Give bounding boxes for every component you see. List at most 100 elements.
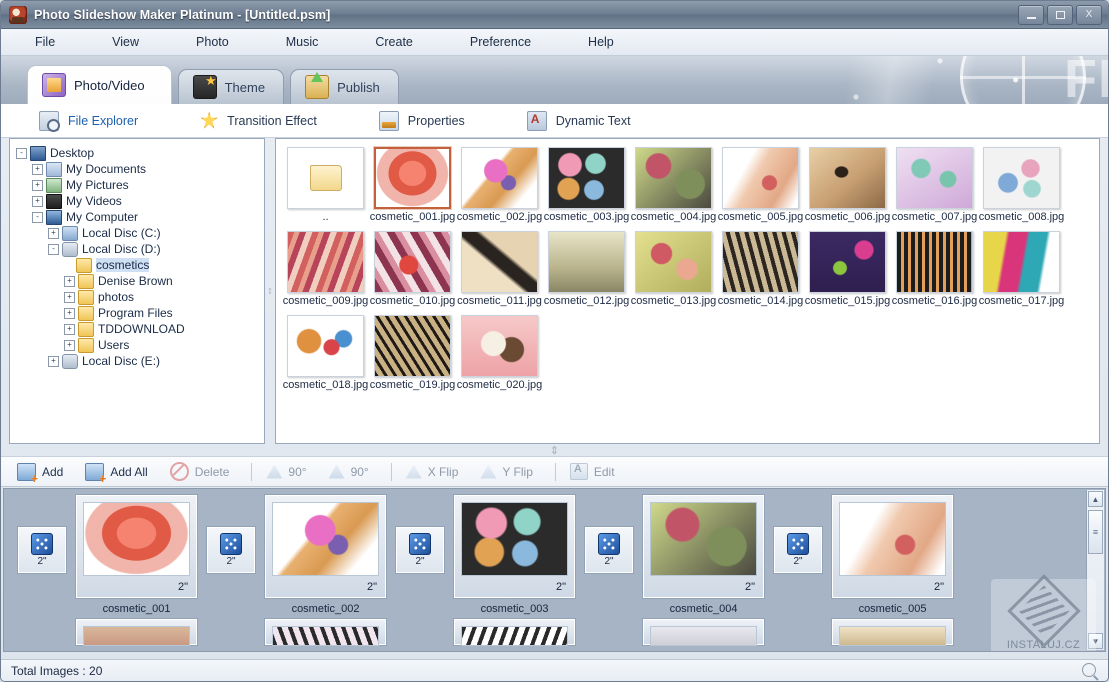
image-thumbnail[interactable] [461,315,538,377]
tree-item-tddownload[interactable]: +TDDOWNLOAD [16,321,264,337]
expand-toggle-icon[interactable]: + [48,356,59,367]
slide-frame[interactable]: 2" [454,495,575,598]
slide-frame-partial[interactable] [76,619,197,645]
storyboard-slide[interactable]: 2"cosmetic_003 [448,495,581,615]
tab-theme[interactable]: Theme [178,69,284,104]
collapse-toggle-icon[interactable]: - [48,244,59,255]
image-thumbnail[interactable] [896,231,973,293]
tree-item-my-pictures[interactable]: +My Pictures [16,177,264,193]
subtab-properties[interactable]: Properties [379,111,465,131]
transition-slot[interactable]: 2" [770,527,826,573]
thumbnail-item[interactable]: cosmetic_016.jpg [891,231,978,307]
transition-slot[interactable]: 2" [14,527,70,573]
tree-item-local-disc-c[interactable]: +Local Disc (C:) [16,225,264,241]
thumbnail-item[interactable]: cosmetic_002.jpg [456,147,543,223]
tree-item-my-documents[interactable]: +My Documents [16,161,264,177]
transition-slot[interactable]: 2" [581,527,637,573]
image-thumbnail[interactable] [896,147,973,209]
storyboard-scrollbar[interactable]: ▲ ≡ ▼ [1086,490,1104,650]
storyboard-slide[interactable]: 2"cosmetic_004 [637,495,770,615]
slide-frame-partial[interactable] [454,619,575,645]
rotate-right-button[interactable]: 90° [329,465,369,479]
delete-button[interactable]: Delete [170,462,230,481]
thumbnail-item[interactable]: cosmetic_004.jpg [630,147,717,223]
thumbnail-item[interactable]: cosmetic_003.jpg [543,147,630,223]
image-thumbnail[interactable] [983,231,1060,293]
thumbnail-item[interactable]: cosmetic_001.jpg [369,147,456,223]
add-all-button[interactable]: Add All [85,463,147,481]
slide-frame-partial[interactable] [832,619,953,645]
expand-toggle-icon[interactable]: + [32,196,43,207]
image-thumbnail[interactable] [374,147,451,209]
tree-item-users[interactable]: +Users [16,337,264,353]
storyboard-slide-partial[interactable] [448,619,581,645]
tree-item-cosmetics[interactable]: cosmetics [16,257,264,273]
image-thumbnail[interactable] [548,231,625,293]
menu-file[interactable]: File [25,32,65,52]
expand-toggle-icon[interactable]: + [32,164,43,175]
tree-item-photos[interactable]: +photos [16,289,264,305]
thumbnail-item[interactable]: cosmetic_006.jpg [804,147,891,223]
thumbnail-item[interactable]: cosmetic_008.jpg [978,147,1065,223]
expand-toggle-icon[interactable]: + [64,276,75,287]
thumbnail-item[interactable]: cosmetic_011.jpg [456,231,543,307]
thumbnail-item[interactable]: cosmetic_005.jpg [717,147,804,223]
thumbnail-item[interactable]: .. [282,147,369,223]
tab-publish[interactable]: Publish [290,69,399,104]
thumbnail-item[interactable]: cosmetic_010.jpg [369,231,456,307]
thumbnail-item[interactable]: cosmetic_015.jpg [804,231,891,307]
subtab-transition-effect[interactable]: Transition Effect [200,112,317,130]
tree-item-local-disc-d[interactable]: -Local Disc (D:) [16,241,264,257]
edit-button[interactable]: Edit [570,463,615,480]
thumbnail-item[interactable]: cosmetic_019.jpg [369,315,456,391]
slide-frame-partial[interactable] [643,619,764,645]
subtab-dynamic-text[interactable]: Dynamic Text [527,111,631,131]
slide-frame[interactable]: 2" [265,495,386,598]
thumbnail-panel[interactable]: ..cosmetic_001.jpgcosmetic_002.jpgcosmet… [275,138,1100,444]
zoom-icon[interactable] [1082,663,1096,677]
image-thumbnail[interactable] [461,231,538,293]
x-flip-button[interactable]: X Flip [406,465,459,479]
transition-button[interactable]: 2" [774,527,822,573]
rotate-left-button[interactable]: 90° [266,465,306,479]
parent-folder-thumbnail[interactable] [287,147,364,209]
vertical-splitter[interactable]: ⇔ [265,138,275,444]
tree-item-my-computer[interactable]: -My Computer [16,209,264,225]
tree-item-my-videos[interactable]: +My Videos [16,193,264,209]
thumbnail-item[interactable]: cosmetic_007.jpg [891,147,978,223]
expand-toggle-icon[interactable]: + [48,228,59,239]
thumbnail-item[interactable]: cosmetic_014.jpg [717,231,804,307]
image-thumbnail[interactable] [635,147,712,209]
image-thumbnail[interactable] [722,231,799,293]
expand-toggle-icon[interactable]: + [32,180,43,191]
transition-slot[interactable]: 2" [203,527,259,573]
scroll-down-arrow[interactable]: ▼ [1088,633,1103,649]
transition-button[interactable]: 2" [207,527,255,573]
image-thumbnail[interactable] [722,147,799,209]
storyboard-slide-partial[interactable] [259,619,392,645]
thumbnail-item[interactable]: cosmetic_018.jpg [282,315,369,391]
menu-photo[interactable]: Photo [186,32,239,52]
add-button[interactable]: Add [17,463,63,481]
menu-create[interactable]: Create [365,32,423,52]
scrollbar-thumb[interactable]: ≡ [1088,510,1103,554]
slide-frame-partial[interactable] [265,619,386,645]
scroll-up-arrow[interactable]: ▲ [1088,491,1103,507]
menu-preference[interactable]: Preference [460,32,541,52]
menu-help[interactable]: Help [578,32,624,52]
storyboard-slide-partial[interactable] [637,619,770,645]
image-thumbnail[interactable] [287,315,364,377]
menu-view[interactable]: View [102,32,149,52]
image-thumbnail[interactable] [287,231,364,293]
thumbnail-item[interactable]: cosmetic_020.jpg [456,315,543,391]
storyboard-slide[interactable]: 2"cosmetic_001 [70,495,203,615]
tree-item-local-disc-e[interactable]: +Local Disc (E:) [16,353,264,369]
storyboard-panel[interactable]: 2"2"cosmetic_0012"2"cosmetic_0022"2"cosm… [3,488,1106,652]
folder-tree-panel[interactable]: -Desktop+My Documents+My Pictures+My Vid… [9,138,265,444]
storyboard-slide[interactable]: 2"cosmetic_005 [826,495,959,615]
menu-music[interactable]: Music [276,32,329,52]
y-flip-button[interactable]: Y Flip [480,465,532,479]
transition-button[interactable]: 2" [585,527,633,573]
thumbnail-item[interactable]: cosmetic_009.jpg [282,231,369,307]
image-thumbnail[interactable] [809,147,886,209]
